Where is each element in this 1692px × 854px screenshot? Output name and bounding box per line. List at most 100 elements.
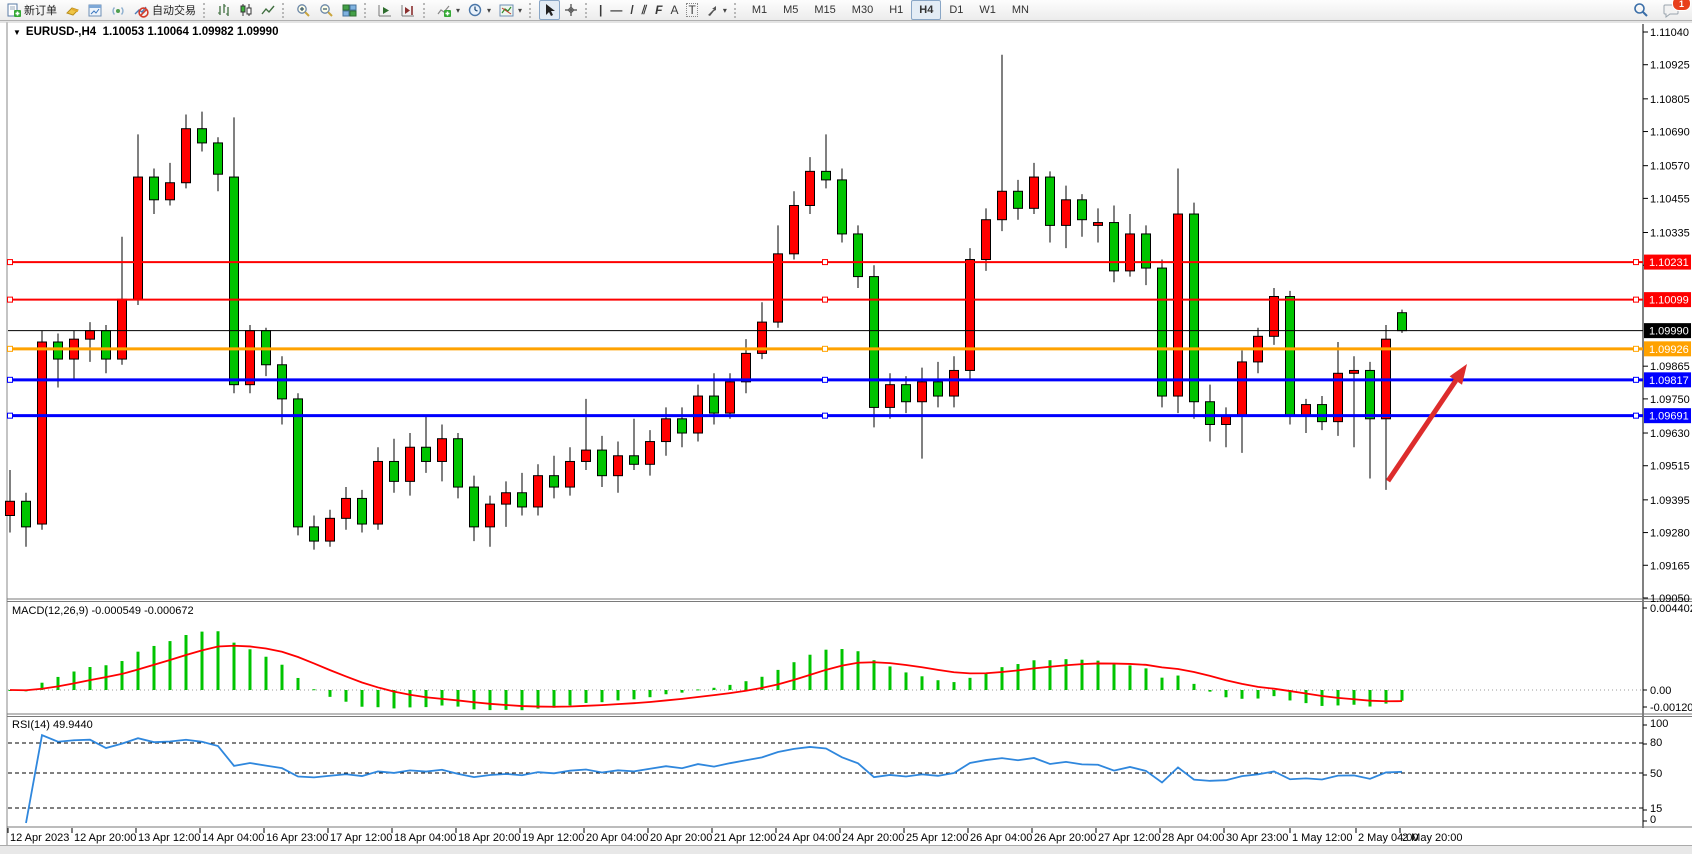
timeframe-m1-button[interactable]: M1 (744, 0, 775, 20)
timeframe-label: W1 (975, 4, 1000, 16)
timeframe-m30-button[interactable]: M30 (844, 0, 881, 20)
text-icon: A (670, 4, 678, 16)
arrows-icon (706, 4, 719, 17)
rsi-indicator-label: RSI(14) 49.9440 (12, 719, 93, 731)
svg-text:1.09750: 1.09750 (1650, 394, 1690, 406)
timeframe-m15-button[interactable]: M15 (806, 0, 843, 20)
zoom-out-icon (319, 3, 334, 18)
dropdown-caret-icon: ▾ (487, 6, 491, 15)
chart-symbol-title: ▼ EURUSD-,H4 1.10053 1.10064 1.09982 1.0… (13, 26, 278, 38)
svg-text:30 Apr 23:00: 30 Apr 23:00 (1226, 832, 1288, 844)
toolbar-grip (585, 3, 592, 18)
timeframe-h4-button[interactable]: H4 (911, 0, 941, 20)
metaeditor-button[interactable] (61, 0, 84, 20)
indicators-button[interactable]: ▾ (433, 0, 464, 20)
periods-button[interactable]: ▾ (464, 0, 495, 20)
channel-button[interactable]: ⫽ (638, 0, 651, 20)
macd-indicator-label: MACD(12,26,9) -0.000549 -0.000672 (12, 605, 194, 617)
signals-button[interactable] (107, 0, 130, 20)
timeframe-d1-button[interactable]: D1 (941, 0, 971, 20)
hline-button[interactable]: — (606, 0, 626, 20)
svg-text:1.09165: 1.09165 (1650, 560, 1690, 572)
svg-text:2 May 20:00: 2 May 20:00 (1402, 832, 1463, 844)
trendline-icon: / (630, 4, 633, 16)
svg-text:21 Apr 12:00: 21 Apr 12:00 (714, 832, 776, 844)
zoom-out-button[interactable] (315, 0, 338, 20)
auto-scroll-button[interactable] (374, 0, 397, 20)
price-badge: 1.10099 (1649, 295, 1689, 307)
tile-windows-button[interactable] (338, 0, 361, 20)
new-order-icon (6, 3, 21, 18)
timeframe-m5-button[interactable]: M5 (775, 0, 806, 20)
chart-shift-icon (401, 3, 416, 18)
timeframe-label: M15 (810, 4, 839, 16)
svg-text:1.09395: 1.09395 (1650, 495, 1690, 507)
svg-text:1 May 12:00: 1 May 12:00 (1292, 832, 1353, 844)
candles-chart-button[interactable] (235, 0, 257, 20)
toolbar-grip (529, 3, 536, 18)
templates-button[interactable]: ▾ (495, 0, 526, 20)
svg-text:16 Apr 23:00: 16 Apr 23:00 (266, 832, 328, 844)
timeframe-mn-button[interactable]: MN (1004, 0, 1037, 20)
svg-text:1.10570: 1.10570 (1650, 161, 1690, 173)
cursor-button[interactable] (539, 0, 560, 20)
collapse-chart-icon[interactable]: ▼ (13, 28, 21, 37)
chat-button[interactable]: 1 (1659, 0, 1684, 20)
algo-trading-icon (134, 3, 149, 18)
timeframe-label: M30 (848, 4, 877, 16)
chart-canvas[interactable]: 1.11040 1.10925 1.10805 1.10690 1.10570 1.104… (0, 0, 1692, 854)
chart-frame (0, 21, 1692, 854)
price-badge: 1.09926 (1649, 344, 1689, 356)
svg-text:1.10805: 1.10805 (1650, 94, 1690, 106)
svg-text:1.09280: 1.09280 (1650, 528, 1690, 540)
search-button[interactable] (1629, 0, 1653, 20)
svg-text:50: 50 (1650, 768, 1662, 780)
trendline-button[interactable]: / (626, 0, 637, 20)
timeframe-h1-button[interactable]: H1 (881, 0, 911, 20)
crosshair-button[interactable] (560, 0, 582, 20)
toolbar-grip (282, 3, 289, 18)
svg-text:1.10455: 1.10455 (1650, 193, 1690, 205)
svg-text:13 Apr 12:00: 13 Apr 12:00 (138, 832, 200, 844)
svg-text:27 Apr 12:00: 27 Apr 12:00 (1098, 832, 1160, 844)
timeframe-label: M5 (779, 4, 802, 16)
svg-text:1.10925: 1.10925 (1650, 60, 1690, 72)
text-button[interactable]: A (666, 0, 682, 20)
new-order-label: 新订单 (24, 2, 57, 18)
svg-text:0.00: 0.00 (1650, 685, 1671, 697)
objects-dropdown-button[interactable]: ▾ (702, 0, 731, 20)
svg-text:1.11040: 1.11040 (1650, 27, 1689, 39)
new-order-button[interactable]: 新订单 (2, 0, 61, 20)
fibonacci-button[interactable]: F (651, 0, 666, 20)
svg-text:20 Apr 20:00: 20 Apr 20:00 (650, 832, 712, 844)
channel-icon: ⫽ (642, 4, 647, 16)
svg-text:12 Apr 2023: 12 Apr 2023 (10, 832, 69, 844)
toolbar-grip (734, 3, 741, 18)
svg-text:19 Apr 12:00: 19 Apr 12:00 (522, 832, 584, 844)
indicators-icon (437, 3, 452, 18)
label-button[interactable]: T (682, 0, 701, 20)
auto-scroll-icon (378, 3, 393, 18)
price-badge: 1.09990 (1649, 326, 1689, 338)
svg-text:18 Apr 20:00: 18 Apr 20:00 (458, 832, 520, 844)
vline-icon: | (599, 4, 602, 16)
price-badge: 1.09691 (1649, 411, 1689, 423)
svg-text:0: 0 (1650, 814, 1656, 826)
algo-trading-button[interactable]: 自动交易 (130, 0, 200, 20)
svg-text:1.10690: 1.10690 (1650, 127, 1690, 139)
bars-chart-button[interactable] (213, 0, 235, 20)
svg-text:17 Apr 12:00: 17 Apr 12:00 (330, 832, 392, 844)
market-watch-button[interactable] (84, 0, 107, 20)
bars-chart-icon (217, 3, 231, 17)
zoom-in-button[interactable] (292, 0, 315, 20)
svg-text:-0.001208: -0.001208 (1650, 702, 1692, 714)
price-badge: 1.09817 (1649, 375, 1689, 387)
timeframe-label: M1 (748, 4, 771, 16)
svg-text:20 Apr 04:00: 20 Apr 04:00 (586, 832, 648, 844)
svg-text:0.004402: 0.004402 (1650, 603, 1692, 615)
chart-shift-button[interactable] (397, 0, 420, 20)
line-chart-button[interactable] (257, 0, 279, 20)
price-badge: 1.10231 (1649, 257, 1689, 269)
vline-button[interactable]: | (595, 0, 606, 20)
timeframe-w1-button[interactable]: W1 (971, 0, 1004, 20)
